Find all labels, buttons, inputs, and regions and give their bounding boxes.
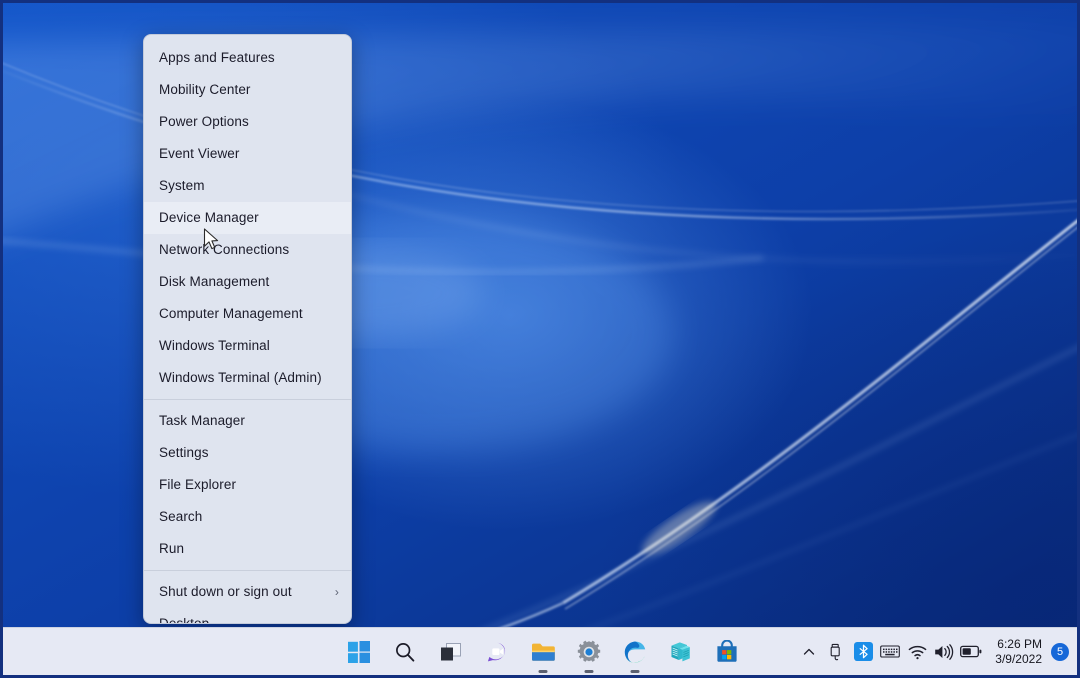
chat-icon[interactable] (481, 636, 513, 668)
usb-eject-icon[interactable] (823, 637, 849, 667)
magnifier-glyph (396, 642, 415, 662)
clock-time: 6:26 PM (997, 636, 1042, 651)
menu-item-label: File Explorer (159, 477, 237, 492)
menu-item-label: Apps and Features (159, 50, 275, 65)
microsoft-edge-icon[interactable] (619, 636, 651, 668)
menu-item-apps-and-features[interactable]: Apps and Features (144, 42, 351, 74)
microsoft-store-icon[interactable] (711, 636, 743, 668)
menu-item-device-manager[interactable]: Device Manager (144, 202, 351, 234)
volume-icon[interactable] (931, 637, 957, 667)
menu-item-label: Search (159, 509, 203, 524)
settings-gear-icon[interactable] (573, 636, 605, 668)
menu-item-label: Network Connections (159, 242, 290, 257)
menu-item-power-options[interactable]: Power Options (144, 106, 351, 138)
menu-item-mobility-center[interactable]: Mobility Center (144, 74, 351, 106)
notification-badge[interactable]: 5 (1051, 642, 1069, 661)
taskbar-clock[interactable]: 6:26 PM 3/9/2022 (985, 637, 1050, 667)
task-view-glyph (441, 642, 461, 660)
keyboard-icon[interactable] (877, 637, 903, 667)
server-stack-glyph (671, 641, 690, 661)
menu-item-desktop[interactable]: Desktop (144, 608, 351, 624)
chevron-up-glyph (804, 648, 815, 655)
menu-item-file-explorer[interactable]: File Explorer (144, 469, 351, 501)
menu-item-run[interactable]: Run (144, 533, 351, 565)
menu-item-label: Task Manager (159, 413, 245, 428)
taskbar-app-area (343, 628, 743, 676)
keyboard-glyph (880, 645, 901, 658)
speaker-glyph (935, 643, 954, 660)
menu-separator (144, 570, 351, 571)
system-tray: 6:26 PM 3/9/2022 5 (796, 628, 1075, 676)
menu-item-label: Computer Management (159, 306, 303, 321)
file-explorer-icon[interactable] (527, 636, 559, 668)
folder-glyph (531, 643, 555, 661)
menu-item-label: Disk Management (159, 274, 270, 289)
gear-glyph (577, 640, 601, 662)
menu-item-windows-terminal[interactable]: Windows Terminal (144, 330, 351, 362)
menu-item-task-manager[interactable]: Task Manager (144, 405, 351, 437)
menu-item-network-connections[interactable]: Network Connections (144, 234, 351, 266)
search-icon[interactable] (389, 636, 421, 668)
chat-bubble-glyph (487, 642, 506, 661)
menu-item-label: Mobility Center (159, 82, 251, 97)
windows-logo-icon (348, 640, 370, 663)
menu-separator (144, 399, 351, 400)
battery-icon[interactable] (958, 637, 984, 667)
menu-item-label: Run (159, 541, 185, 556)
clock-date: 3/9/2022 (995, 651, 1042, 666)
bluetooth-icon[interactable] (850, 637, 876, 667)
menu-item-label: Shut down or sign out (159, 584, 292, 599)
menu-item-search[interactable]: Search (144, 501, 351, 533)
edge-glyph (624, 641, 646, 663)
chevron-right-icon: › (334, 585, 339, 599)
menu-item-shut-down-or-sign-out[interactable]: Shut down or sign out › (144, 576, 351, 608)
menu-item-system[interactable]: System (144, 170, 351, 202)
usb-drive-glyph (830, 643, 840, 660)
menu-item-disk-management[interactable]: Disk Management (144, 266, 351, 298)
store-bag-glyph (717, 639, 737, 662)
menu-item-windows-terminal-admin[interactable]: Windows Terminal (Admin) (144, 362, 351, 394)
menu-item-computer-management[interactable]: Computer Management (144, 298, 351, 330)
menu-item-label: System (159, 178, 205, 193)
menu-item-label: Settings (159, 445, 209, 460)
menu-item-event-viewer[interactable]: Event Viewer (144, 138, 351, 170)
menu-item-label: Power Options (159, 114, 249, 129)
battery-glyph (960, 645, 982, 658)
menu-item-label: Windows Terminal (159, 338, 270, 353)
menu-item-label: Windows Terminal (Admin) (159, 370, 322, 385)
menu-item-settings[interactable]: Settings (144, 437, 351, 469)
wifi-glyph (908, 645, 927, 659)
task-view-icon[interactable] (435, 636, 467, 668)
start-button[interactable] (343, 636, 375, 668)
menu-item-label: Desktop (159, 616, 210, 624)
menu-item-label: Event Viewer (159, 146, 240, 161)
menu-item-label: Device Manager (159, 210, 259, 225)
server-stack-icon[interactable] (665, 636, 697, 668)
windows-desktop-screen: Apps and Features Mobility Center Power Op… (0, 0, 1080, 678)
chevron-up-icon[interactable] (796, 637, 822, 667)
taskbar: 6:26 PM 3/9/2022 5 (3, 627, 1077, 676)
win-x-context-menu[interactable]: Apps and Features Mobility Center Power Op… (143, 34, 352, 624)
wifi-icon[interactable] (904, 637, 930, 667)
bluetooth-glyph (853, 642, 873, 661)
